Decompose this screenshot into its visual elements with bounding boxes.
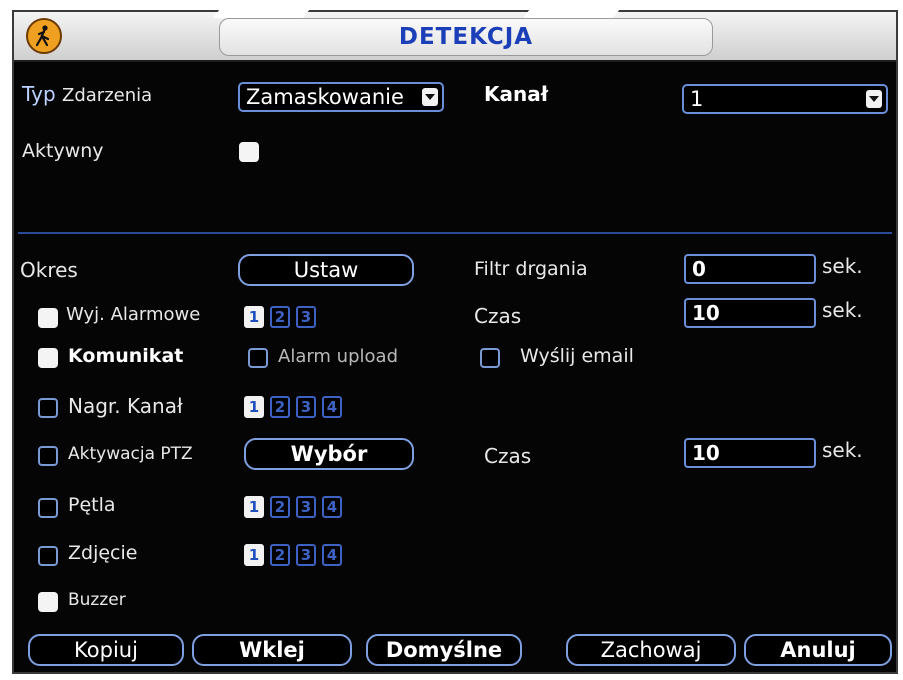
tour-checkbox[interactable] xyxy=(38,498,58,518)
cancel-button[interactable]: Anuluj xyxy=(744,634,892,666)
debounce-input[interactable]: 0 xyxy=(684,254,816,284)
alarm-upload-checkbox[interactable] xyxy=(248,348,268,368)
ptz-checkbox[interactable] xyxy=(38,446,58,466)
ptz-label: Aktywacja PTZ xyxy=(68,444,193,464)
tour-channel-4[interactable]: 4 xyxy=(322,496,342,518)
chevron-down-icon[interactable] xyxy=(422,88,438,106)
copy-button[interactable]: Kopiuj xyxy=(28,634,184,666)
paste-button[interactable]: Wklej xyxy=(192,634,352,666)
ptz-time-input[interactable]: 10 xyxy=(684,438,816,468)
event-type-label-prefix: Typ xyxy=(22,82,56,106)
tour-channel-3[interactable]: 3 xyxy=(296,496,316,518)
message-label: Komunikat xyxy=(68,345,184,367)
dialog-title: DETEKCJA xyxy=(219,18,713,56)
record-channel-label: Nagr. Kanał xyxy=(68,394,183,418)
ptz-time-unit: sek. xyxy=(822,438,863,462)
ptz-time-label: Czas xyxy=(484,444,532,468)
snapshot-channel-1[interactable]: 1 xyxy=(244,544,264,566)
default-button[interactable]: Domyślne xyxy=(366,634,522,666)
record-channel-3[interactable]: 3 xyxy=(296,396,316,418)
channel-label: Kanał xyxy=(484,82,549,106)
send-email-checkbox[interactable] xyxy=(480,348,500,368)
title-bar: DETEKCJA xyxy=(14,12,896,62)
send-email-label: Wyślij email xyxy=(520,345,634,367)
active-checkbox[interactable] xyxy=(239,142,259,162)
snapshot-channel-3[interactable]: 3 xyxy=(296,544,316,566)
record-channel-4[interactable]: 4 xyxy=(322,396,342,418)
record-channel-1[interactable]: 1 xyxy=(244,396,264,418)
ptz-select-button[interactable]: Wybór xyxy=(244,438,414,470)
debounce-label: Filtr drgania xyxy=(474,258,588,280)
detection-dialog: DETEKCJA Typ Zdarzenia Zamaskowanie Kana… xyxy=(12,10,898,674)
event-type-label-suffix: Zdarzenia xyxy=(62,85,153,106)
tour-channel-1[interactable]: 1 xyxy=(244,496,264,518)
watermark-stripe xyxy=(522,0,628,18)
alarm-out-checkbox[interactable] xyxy=(38,308,58,328)
tour-channel-2[interactable]: 2 xyxy=(270,496,290,518)
alarm-out-time-input[interactable]: 10 xyxy=(684,298,816,328)
tour-label: Pętla xyxy=(68,494,116,516)
alarm-out-label: Wyj. Alarmowe xyxy=(66,304,201,325)
buzzer-label: Buzzer xyxy=(68,590,126,610)
section-divider xyxy=(18,232,892,234)
event-type-value: Zamaskowanie xyxy=(246,85,404,109)
watermark-stripe xyxy=(212,0,318,18)
alarm-upload-label: Alarm upload xyxy=(278,346,398,367)
snapshot-checkbox[interactable] xyxy=(38,546,58,566)
channel-value: 1 xyxy=(690,87,704,111)
walking-person-icon xyxy=(26,18,62,54)
message-checkbox[interactable] xyxy=(38,348,58,368)
alarm-out-channel-1[interactable]: 1 xyxy=(244,306,264,328)
record-channel-2[interactable]: 2 xyxy=(270,396,290,418)
set-period-button[interactable]: Ustaw xyxy=(238,254,414,286)
alarm-out-time-unit: sek. xyxy=(822,298,863,322)
snapshot-channel-2[interactable]: 2 xyxy=(270,544,290,566)
record-channel-checkbox[interactable] xyxy=(38,398,58,418)
alarm-out-channel-3[interactable]: 3 xyxy=(296,306,316,328)
save-button[interactable]: Zachowaj xyxy=(566,634,736,666)
event-type-label: Typ Zdarzenia xyxy=(22,82,152,106)
alarm-out-time-label: Czas xyxy=(474,304,522,328)
debounce-unit: sek. xyxy=(822,254,863,278)
channel-select[interactable]: 1 xyxy=(682,84,888,114)
alarm-out-channel-2[interactable]: 2 xyxy=(270,306,290,328)
period-label: Okres xyxy=(20,258,78,282)
snapshot-label: Zdjęcie xyxy=(68,542,138,564)
active-label: Aktywny xyxy=(22,140,104,162)
snapshot-channel-4[interactable]: 4 xyxy=(322,544,342,566)
buzzer-checkbox[interactable] xyxy=(38,592,58,612)
chevron-down-icon[interactable] xyxy=(866,90,882,108)
event-type-select[interactable]: Zamaskowanie xyxy=(238,82,444,112)
